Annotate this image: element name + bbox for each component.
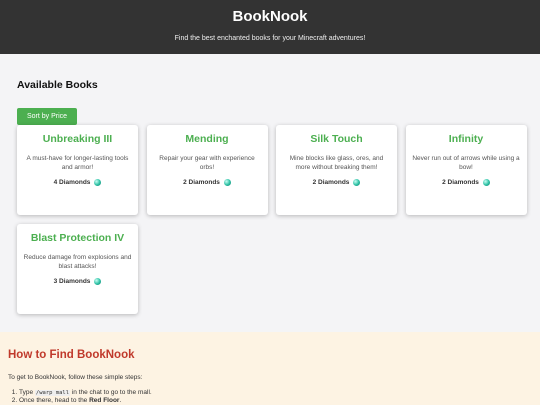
books-heading: Available Books	[17, 79, 98, 91]
red-floor-label: Red Floor	[89, 397, 120, 404]
site-title: BookNook	[232, 8, 308, 25]
book-price: 3 Diamonds	[23, 278, 132, 285]
book-card-infinity[interactable]: Infinity Never run out of arrows while u…	[405, 125, 527, 215]
directions-list: Type /warp mall in the chat to go to the…	[8, 389, 532, 405]
book-title: Blast Protection IV	[30, 232, 125, 244]
direction-step: Type /warp mall in the chat to go to the…	[19, 389, 532, 397]
book-price: 2 Diamonds	[153, 179, 262, 186]
book-title: Unbreaking III	[42, 133, 113, 145]
book-price: 2 Diamonds	[412, 179, 521, 186]
price-label: 2 Diamonds	[183, 179, 220, 186]
book-description: Mine blocks like glass, ores, and more w…	[289, 155, 384, 171]
book-title: Silk Touch	[310, 133, 363, 145]
step-text: in the chat to go to the mall.	[70, 389, 152, 396]
step-text: Once there, head to the	[19, 397, 90, 404]
find-heading: How to Find BookNook	[8, 349, 135, 361]
price-label: 2 Diamonds	[312, 179, 350, 186]
sort-by-price-button[interactable]: Sort by Price	[17, 108, 78, 125]
diamond-icon	[94, 278, 102, 285]
book-title: Infinity	[448, 133, 484, 145]
book-description: A must-have for longer-lasting tools and…	[26, 155, 129, 171]
book-grid: Unbreaking III A must-have for longer-la…	[17, 125, 527, 314]
book-price: 2 Diamonds	[282, 179, 391, 186]
site-tagline: Find the best enchanted books for your M…	[174, 35, 366, 42]
book-description: Reduce damage from explosions and blast …	[23, 254, 132, 270]
book-card-silk-touch[interactable]: Silk Touch Mine blocks like glass, ores,…	[276, 125, 397, 215]
price-label: 3 Diamonds	[53, 278, 91, 285]
diamond-icon	[223, 179, 231, 186]
price-label: 4 Diamonds	[53, 179, 91, 186]
step-text: .	[119, 397, 122, 404]
books-section: Available Books Sort by Price Unbreaking…	[0, 54, 540, 332]
book-price: 4 Diamonds	[23, 179, 132, 186]
book-card-blast-protection[interactable]: Blast Protection IV Reduce damage from e…	[17, 224, 138, 314]
book-description: Never run out of arrows while using a bo…	[412, 155, 520, 171]
book-title: Mending	[185, 133, 229, 145]
diamond-icon	[482, 179, 490, 186]
book-card-mending[interactable]: Mending Repair your gear with experience…	[146, 125, 268, 215]
diamond-icon	[94, 179, 102, 186]
site-header: BookNook Find the best enchanted books f…	[0, 0, 540, 54]
book-card-unbreaking[interactable]: Unbreaking III A must-have for longer-la…	[17, 125, 138, 215]
find-section: How to Find BookNook To get to BookNook,…	[0, 332, 540, 405]
price-label: 2 Diamonds	[442, 179, 479, 186]
direction-step: Once there, head to the Red Floor.	[19, 397, 532, 405]
warp-command: /warp mall	[34, 390, 71, 396]
book-description: Repair your gear with experience orbs!	[159, 155, 255, 171]
diamond-icon	[353, 179, 361, 186]
find-intro: To get to BookNook, follow these simple …	[8, 374, 143, 381]
step-text: Type	[19, 389, 35, 396]
